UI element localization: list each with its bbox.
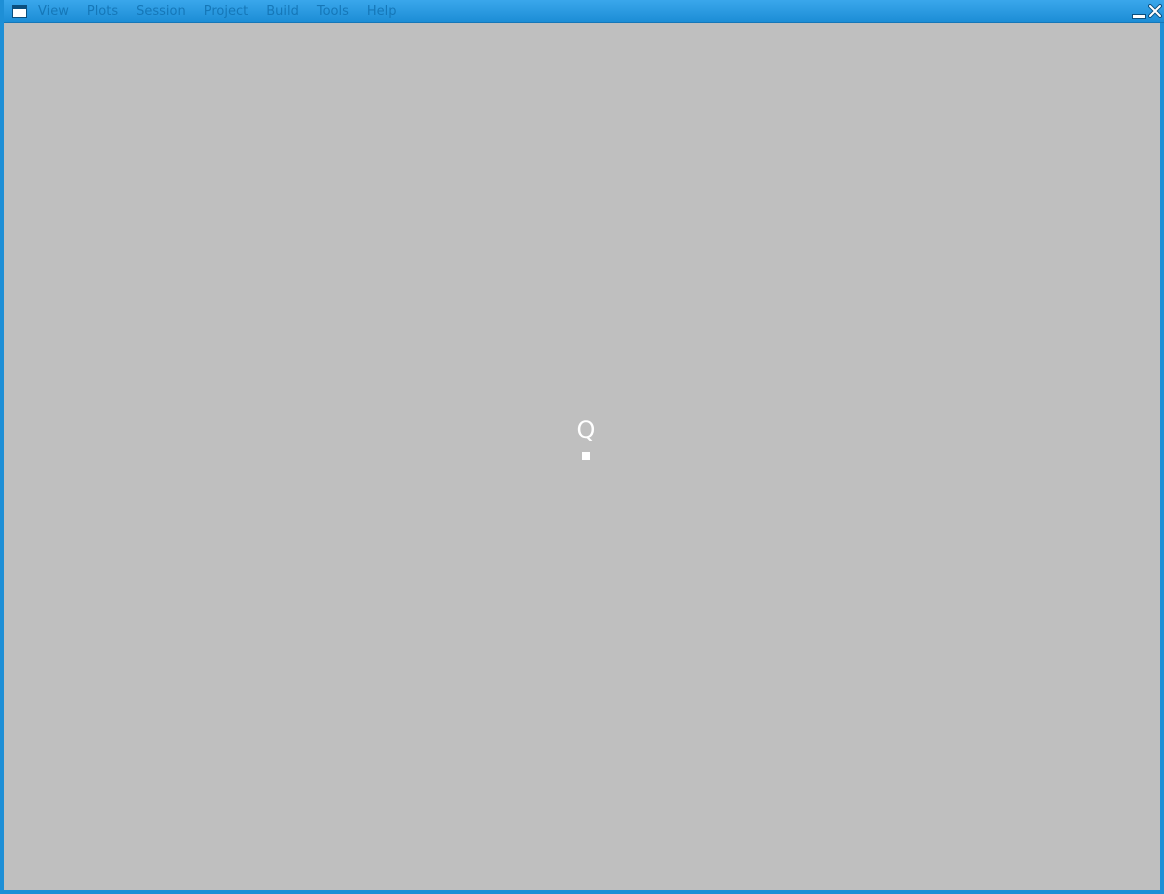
loading-indicator: Q: [566, 416, 606, 464]
menu-project[interactable]: Project: [195, 3, 257, 20]
title-bar[interactable]: View Plots Session Project Build Tools H…: [4, 0, 1164, 23]
loading-glyph: Q: [576, 416, 596, 444]
window-icon[interactable]: [12, 5, 27, 18]
close-icon-graphic: [1148, 4, 1162, 18]
minimize-icon[interactable]: [1131, 4, 1146, 19]
menu-tools[interactable]: Tools: [308, 3, 358, 20]
menu-view[interactable]: View: [38, 3, 78, 20]
menu-help[interactable]: Help: [358, 3, 406, 20]
menu-bar: View Plots Session Project Build Tools H…: [38, 3, 406, 20]
close-icon[interactable]: [1148, 4, 1162, 18]
menu-build[interactable]: Build: [257, 3, 308, 20]
app-window: View Plots Session Project Build Tools H…: [0, 0, 1164, 894]
menu-plots[interactable]: Plots: [78, 3, 127, 20]
menu-session[interactable]: Session: [127, 3, 195, 20]
loading-dot: [582, 452, 590, 460]
